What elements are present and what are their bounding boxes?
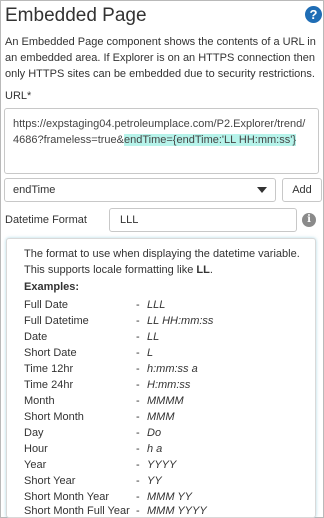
tooltip-text-bold: LL bbox=[196, 264, 210, 276]
example-dash: - bbox=[136, 443, 140, 455]
page-title: Embedded Page bbox=[5, 5, 147, 26]
example-row: Short Month Full Year - MMM YYYY bbox=[24, 503, 314, 517]
example-format: MMM YYYY bbox=[147, 505, 207, 517]
example-format: H:mm:ss bbox=[147, 379, 191, 391]
example-row: Short Year - YY bbox=[24, 473, 314, 489]
example-row: Day - Do bbox=[24, 425, 314, 441]
example-name: Short Year bbox=[24, 475, 76, 487]
variable-select-value: endTime bbox=[13, 184, 56, 196]
example-name: Short Month bbox=[24, 411, 84, 423]
tooltip-text-end: . bbox=[209, 264, 213, 276]
add-variable-button[interactable]: Add bbox=[282, 178, 322, 202]
example-dash: - bbox=[136, 427, 140, 439]
example-row: Month - MMMM bbox=[24, 393, 314, 409]
example-dash: - bbox=[136, 459, 140, 471]
example-format: YYYY bbox=[147, 459, 177, 471]
example-format: LLL bbox=[147, 299, 166, 311]
example-name: Time 24hr bbox=[24, 379, 74, 391]
example-format: LL bbox=[147, 331, 160, 343]
example-dash: - bbox=[136, 411, 140, 423]
example-format: MMMM bbox=[147, 395, 184, 407]
example-row: Hour - h a bbox=[24, 441, 314, 457]
datetime-format-label: Datetime Format bbox=[5, 214, 87, 226]
example-dash: - bbox=[136, 331, 140, 343]
tooltip-text: The format to use when displaying the da… bbox=[24, 246, 314, 278]
example-name: Short Month Full Year bbox=[24, 505, 130, 517]
component-description: An Embedded Page component shows the con… bbox=[5, 36, 316, 80]
example-format: YY bbox=[147, 475, 162, 487]
url-label: URL* bbox=[5, 90, 32, 102]
example-dash: - bbox=[136, 315, 140, 327]
embedded-page-panel: Embedded Page ? An Embedded Page compone… bbox=[0, 0, 324, 518]
example-row: Time 12hr - h:mm:ss a bbox=[24, 361, 314, 377]
example-dash: - bbox=[136, 379, 140, 391]
url-variable-highlight: endTime={endTime:'LL HH:mm:ss'} bbox=[123, 134, 296, 146]
example-format: h a bbox=[147, 443, 163, 455]
example-format: h:mm:ss a bbox=[147, 363, 198, 375]
example-dash: - bbox=[136, 505, 140, 517]
example-name: Date bbox=[24, 331, 48, 343]
variable-select[interactable]: endTime bbox=[4, 178, 276, 202]
example-row: Full Datetime - LL HH:mm:ss bbox=[24, 313, 314, 329]
example-name: Month bbox=[24, 395, 55, 407]
example-name: Time 12hr bbox=[24, 363, 74, 375]
help-icon[interactable]: ? bbox=[305, 6, 322, 23]
datetime-format-tooltip: The format to use when displaying the da… bbox=[6, 238, 316, 518]
example-format: LL HH:mm:ss bbox=[147, 315, 214, 327]
example-row: Full Date - LLL bbox=[24, 297, 314, 313]
example-dash: - bbox=[136, 299, 140, 311]
example-row: Time 24hr - H:mm:ss bbox=[24, 377, 314, 393]
example-format: MMM bbox=[147, 411, 175, 423]
tooltip-text-main: The format to use when displaying the da… bbox=[24, 248, 300, 276]
example-dash: - bbox=[136, 475, 140, 487]
example-name: Hour bbox=[24, 443, 48, 455]
example-name: Full Date bbox=[24, 299, 69, 311]
example-name: Short Date bbox=[24, 347, 77, 359]
example-name: Year bbox=[24, 459, 47, 471]
datetime-format-input[interactable]: LLL bbox=[109, 208, 297, 232]
example-name: Full Datetime bbox=[24, 315, 89, 327]
example-dash: - bbox=[136, 395, 140, 407]
example-row: Short Date - L bbox=[24, 345, 314, 361]
example-row: Date - LL bbox=[24, 329, 314, 345]
info-icon[interactable]: i bbox=[302, 213, 316, 227]
example-row: Short Month - MMM bbox=[24, 409, 314, 425]
example-format: L bbox=[147, 347, 154, 359]
url-input[interactable]: https://expstaging04.petroleumplace.com/… bbox=[4, 108, 319, 174]
example-dash: - bbox=[136, 363, 140, 375]
examples-label: Examples: bbox=[24, 281, 80, 293]
chevron-down-icon bbox=[257, 187, 267, 193]
example-row: Year - YYYY bbox=[24, 457, 314, 473]
example-dash: - bbox=[136, 347, 140, 359]
example-name: Day bbox=[24, 427, 44, 439]
example-format: Do bbox=[147, 427, 162, 439]
